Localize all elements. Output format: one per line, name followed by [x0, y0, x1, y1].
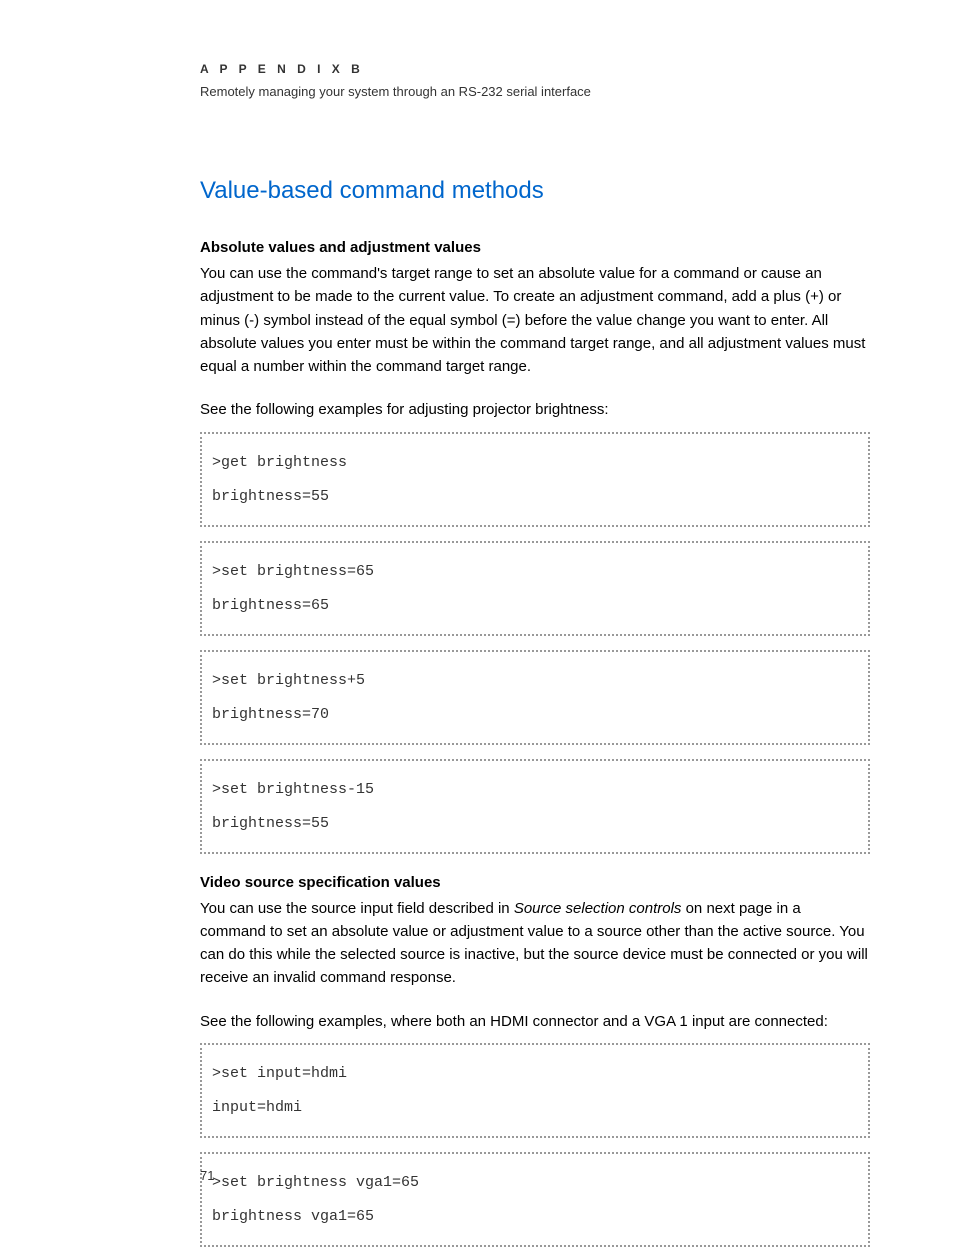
- video-p2: See the following examples, where both a…: [200, 1010, 870, 1033]
- header-subtitle: Remotely managing your system through an…: [200, 84, 870, 99]
- video-p1a: You can use the source input field descr…: [200, 900, 514, 917]
- video-p1: You can use the source input field descr…: [200, 897, 870, 990]
- appendix-label: A P P E N D I X B: [200, 62, 870, 76]
- code-block-3: >set brightness+5 brightness=70: [200, 650, 870, 745]
- code-block-4: >set brightness-15 brightness=55: [200, 759, 870, 854]
- section-heading: Value-based command methods: [200, 177, 870, 205]
- absolute-p2: See the following examples for adjusting…: [200, 398, 870, 421]
- code-block-2: >set brightness=65 brightness=65: [200, 541, 870, 636]
- code-block-5: >set input=hdmi input=hdmi: [200, 1043, 870, 1138]
- video-p1-italic: Source selection controls: [514, 900, 682, 917]
- page-number: 71: [200, 1168, 214, 1183]
- absolute-heading: Absolute values and adjustment values: [200, 239, 870, 256]
- code-block-1: >get brightness brightness=55: [200, 432, 870, 527]
- absolute-p1: You can use the command's target range t…: [200, 262, 870, 378]
- video-heading: Video source specification values: [200, 874, 870, 891]
- code-block-6: >set brightness vga1=65 brightness vga1=…: [200, 1152, 870, 1247]
